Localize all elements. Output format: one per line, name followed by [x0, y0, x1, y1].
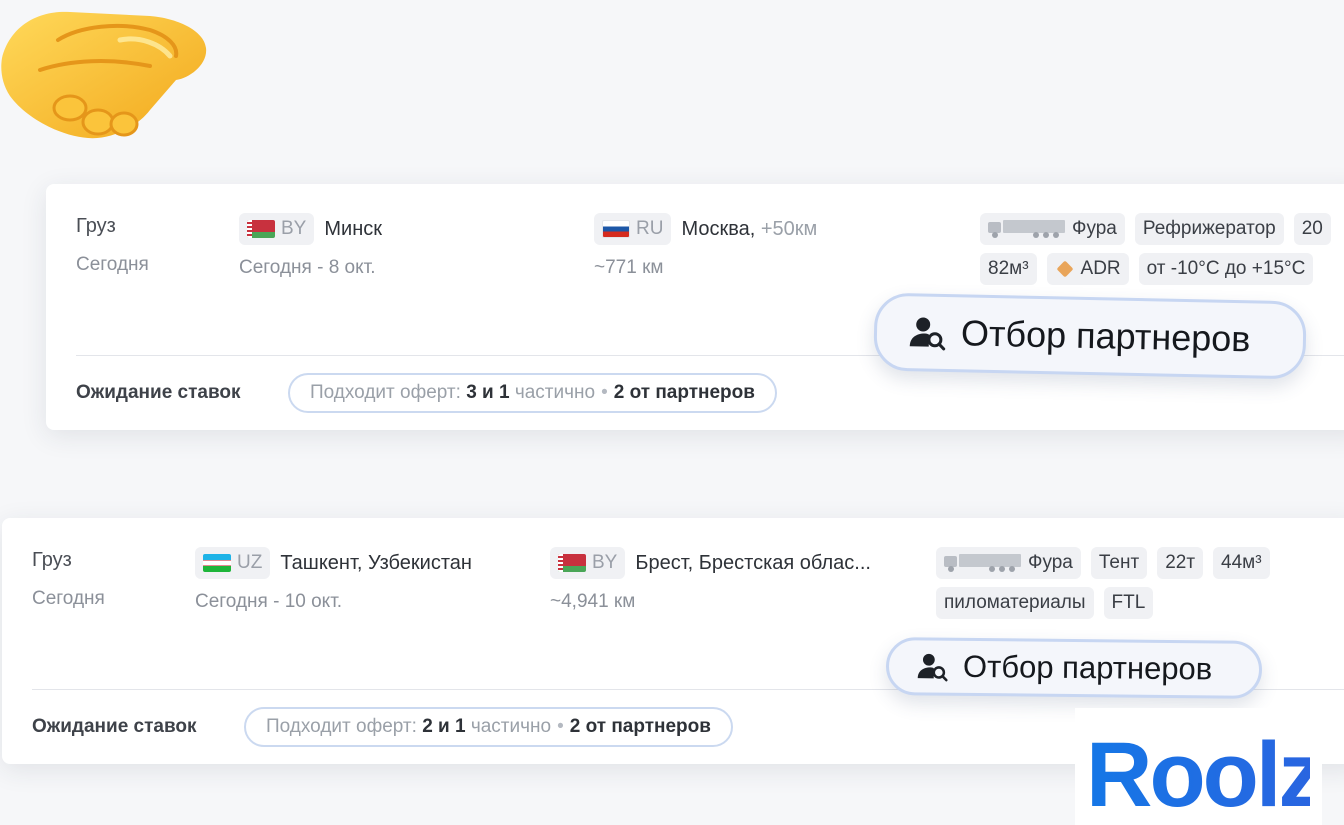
belarus-flag-icon [558, 554, 586, 572]
cargo-type-label: Груз [32, 548, 72, 571]
destination-country-code: RU [636, 218, 664, 239]
adr-tag: ADR [1046, 253, 1129, 285]
offers-partial: частично [470, 716, 552, 737]
handshake-emoji [1, 11, 207, 139]
origin-country-code: UZ [237, 552, 263, 573]
vehicle-tags-row: Фура Тент 22т 44м³ [936, 547, 1270, 579]
origin-country-chip: UZ [195, 547, 271, 579]
cargo-date-label: Сегодня [32, 588, 105, 609]
user-search-icon [909, 317, 946, 351]
cargo-tags-row: 82м³ ADR от -10°C до +15°C [980, 253, 1314, 285]
separator-dot: • [601, 382, 608, 403]
destination-radius: +50км [760, 217, 818, 240]
status-label: Ожидание ставок [32, 716, 197, 737]
origin-city: Ташкент, Узбекистан [280, 551, 472, 574]
cargo-date-label: Сегодня [76, 254, 149, 275]
partner-selection-label: Отбор партнеров [962, 648, 1213, 687]
belarus-flag-icon [247, 220, 275, 238]
offers-count: 3 и 1 [466, 382, 510, 403]
offers-partners: 2 от партнеров [613, 382, 755, 403]
cargo-material-tag: пиломатериалы [936, 587, 1094, 619]
destination-city: Москва, [681, 217, 756, 240]
origin-column: BY Минск Сегодня - 8 окт. [239, 213, 382, 283]
destination-country-chip: RU [594, 213, 672, 245]
svg-text:Roolz: Roolz [1086, 728, 1310, 816]
route-distance: ~4,941 км [550, 591, 636, 612]
cargo-type-column: Груз Сегодня [32, 544, 105, 614]
truck-icon [944, 554, 1021, 572]
origin-date: Сегодня - 8 окт. [239, 257, 376, 278]
temperature-tag: от -10°C до +15°C [1138, 253, 1314, 285]
offers-pill[interactable]: Подходит оферт: 3 и 1 частично • 2 от парт… [288, 373, 777, 413]
origin-country-chip: BY [239, 213, 315, 245]
weight-tag: 20 [1293, 213, 1331, 245]
offers-prefix: Подходит оферт: [266, 716, 417, 737]
offers-partial: частично [514, 382, 596, 403]
route-distance: ~771 км [594, 257, 664, 278]
tag-label: ADR [1080, 258, 1121, 279]
user-search-icon [917, 653, 948, 682]
offers-pill[interactable]: Подходит оферт: 2 и 1 частично • 2 от парт… [244, 707, 733, 747]
body-type-tag: Тент [1090, 547, 1148, 579]
uzbekistan-flag-icon [203, 554, 231, 572]
vehicle-type-tag: Фура [936, 547, 1081, 579]
destination-column: BY Брест, Брестская облас... ~4,941 км [550, 547, 871, 617]
russia-flag-icon [602, 220, 630, 238]
weight-tag: 22т [1157, 547, 1204, 579]
partner-selection-button[interactable]: Отбор партнеров [873, 292, 1307, 380]
vehicle-tags-row: Фура Рефрижератор 20 [980, 213, 1331, 245]
origin-date: Сегодня - 10 окт. [195, 591, 343, 612]
tag-label: Фура [1072, 218, 1117, 239]
tag-label: Фура [1028, 552, 1073, 573]
offers-count: 2 и 1 [422, 716, 466, 737]
roolz-logo: Roolz [1086, 728, 1310, 816]
destination-country-chip: BY [550, 547, 626, 579]
cargo-type-label: Груз [76, 214, 116, 237]
origin-column: UZ Ташкент, Узбекистан Сегодня - 10 окт. [195, 547, 472, 617]
partner-selection-button[interactable]: Отбор партнеров [885, 637, 1263, 699]
status-label: Ожидание ставок [76, 382, 241, 403]
offers-partners: 2 от партнеров [569, 716, 711, 737]
body-type-tag: Рефрижератор [1134, 213, 1284, 245]
destination-column: RU Москва, +50км ~771 км [594, 213, 817, 283]
destination-city: Брест, Брестская облас... [635, 551, 871, 574]
destination-country-code: BY [592, 552, 618, 573]
truck-icon [988, 220, 1065, 238]
vehicle-type-tag: Фура [980, 213, 1125, 245]
volume-tag: 82м³ [980, 253, 1037, 285]
offers-prefix: Подходит оферт: [310, 382, 461, 403]
origin-country-code: BY [281, 218, 307, 239]
partner-selection-label: Отбор партнеров [960, 312, 1251, 360]
separator-dot: • [557, 716, 564, 737]
volume-tag: 44м³ [1213, 547, 1270, 579]
origin-city: Минск [324, 217, 382, 240]
load-type-tag: FTL [1103, 587, 1154, 619]
cargo-type-column: Груз Сегодня [76, 210, 149, 280]
adr-diamond-icon [1056, 260, 1074, 278]
cargo-tags-row: пиломатериалы FTL [936, 587, 1154, 619]
